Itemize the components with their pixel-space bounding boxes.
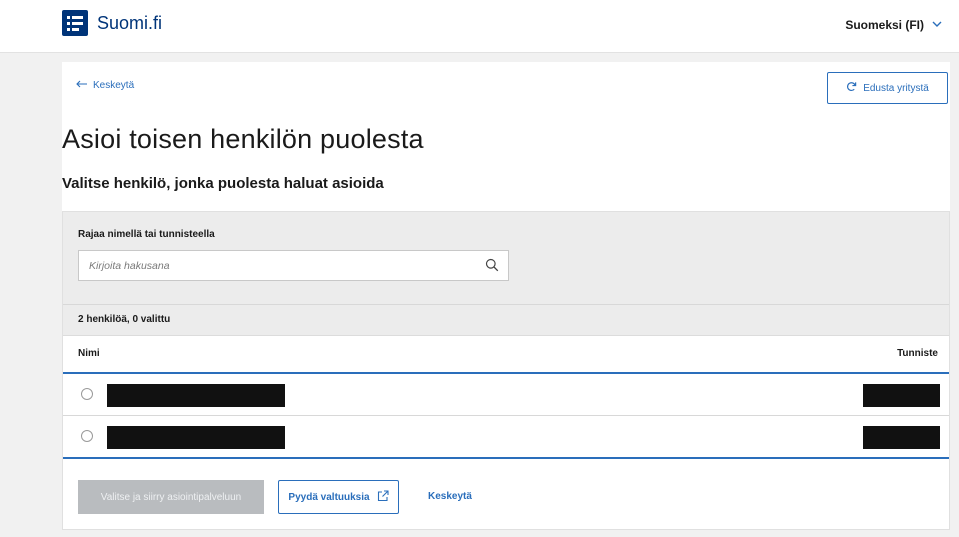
back-link-label: Keskeytä — [93, 80, 135, 91]
row-radio[interactable] — [81, 430, 93, 442]
represent-company-button[interactable]: Edusta yritystä — [827, 72, 948, 104]
search-icon[interactable] — [485, 258, 499, 277]
top-bar: Suomi.fi Suomeksi (FI) — [0, 0, 959, 53]
arrow-left-icon — [76, 80, 88, 91]
filter-label: Rajaa nimellä tai tunnisteella — [78, 229, 215, 240]
chevron-down-icon — [932, 19, 942, 31]
language-label: Suomeksi (FI) — [845, 18, 924, 32]
row-radio[interactable] — [81, 388, 93, 400]
page-subtitle: Valitse henkilö, jonka puolesta haluat a… — [62, 175, 384, 192]
refresh-icon — [846, 81, 857, 95]
search-field[interactable] — [78, 250, 509, 281]
person-selection-panel: Rajaa nimellä tai tunnisteella 2 henkilö… — [62, 211, 950, 530]
select-and-continue-button[interactable]: Valitse ja siirry asiointipalveluun — [78, 480, 264, 514]
cancel-link[interactable]: Keskeytä — [428, 491, 472, 502]
main-card: Keskeytä Edusta yritystä Asioi toisen he… — [62, 62, 950, 530]
suomi-fi-logo-icon — [62, 10, 88, 36]
external-link-icon — [377, 489, 389, 505]
column-header-id: Tunniste — [897, 348, 938, 359]
search-input[interactable] — [79, 251, 489, 280]
language-selector[interactable]: Suomeksi (FI) — [845, 18, 942, 32]
selection-count-bar: 2 henkilöä, 0 valittu — [63, 305, 949, 336]
table-row[interactable] — [63, 375, 949, 416]
logo-text: Suomi.fi — [97, 12, 163, 33]
represent-company-label: Edusta yritystä — [863, 82, 929, 94]
table-row[interactable] — [63, 417, 949, 459]
redacted-name — [107, 384, 285, 407]
redacted-name — [107, 426, 285, 449]
selection-count: 2 henkilöä, 0 valittu — [78, 314, 171, 325]
table-header: Nimi Tunniste — [63, 336, 949, 374]
request-authorizations-label: Pyydä valtuuksia — [288, 491, 370, 503]
page-title: Asioi toisen henkilön puolesta — [62, 124, 424, 154]
action-footer: Valitse ja siirry asiointipalveluun Pyyd… — [63, 465, 949, 529]
column-header-name: Nimi — [78, 348, 100, 359]
redacted-id — [863, 384, 940, 407]
request-authorizations-button[interactable]: Pyydä valtuuksia — [278, 480, 399, 514]
redacted-id — [863, 426, 940, 449]
back-link[interactable]: Keskeytä — [76, 80, 134, 91]
suomi-fi-logo[interactable]: Suomi.fi — [62, 10, 162, 36]
filter-section: Rajaa nimellä tai tunnisteella — [63, 212, 949, 305]
